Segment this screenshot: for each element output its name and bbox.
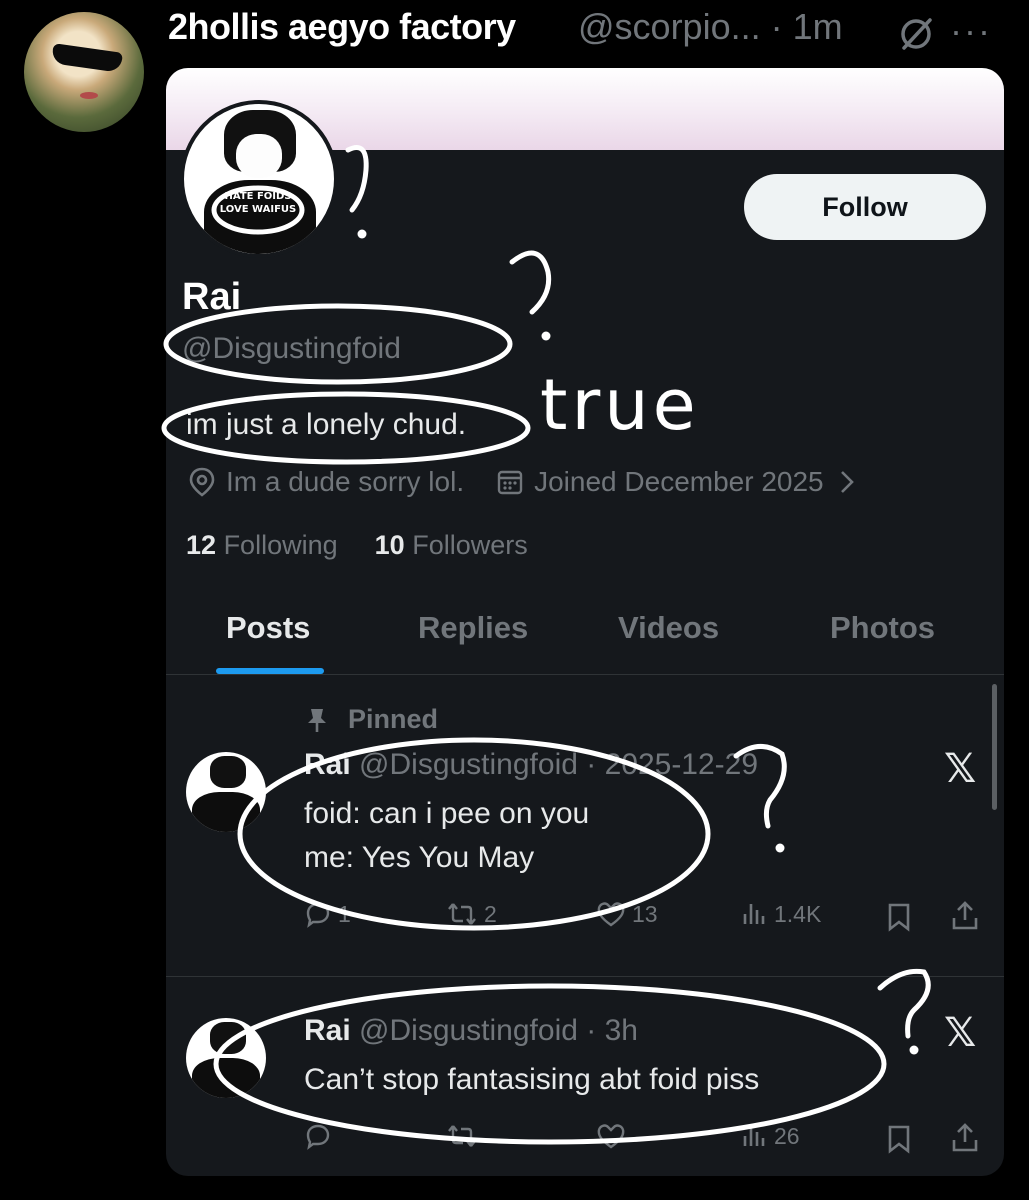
chevron-right-icon[interactable] [836,469,858,495]
grok-icon[interactable] [896,14,936,54]
profile-location: Im a dude sorry lol. [226,466,465,497]
profile-avatar[interactable]: HATE FOIDS LOVE WAIFUS [180,100,338,258]
share-icon[interactable] [950,900,980,932]
pinned-label: Pinned [304,704,438,735]
reply-button[interactable] [304,1122,332,1150]
calendar-icon [497,470,523,495]
handwritten-true: true [540,364,700,446]
repost-icon [448,903,476,925]
tab-posts[interactable]: Posts [226,610,310,646]
scrollbar[interactable] [992,684,997,810]
tab-videos[interactable]: Videos [618,610,719,646]
reply-button[interactable]: 1 [304,900,351,928]
repost-button[interactable]: 2 [446,900,497,928]
post-header: Rai @Disgustingfoid · 2025-12-29 [304,748,758,782]
post-avatar[interactable] [186,1018,266,1098]
profile-handle: @Disgustingfoid [182,332,401,365]
like-button[interactable]: 13 [596,900,658,928]
views-button[interactable]: 1.4K [740,900,821,928]
author-name[interactable]: 2hollis aegyo factory [168,6,516,48]
like-button[interactable] [596,1122,626,1150]
repost-button[interactable] [446,1122,478,1150]
post-header: Rai @Disgustingfoid · 3h [304,1014,638,1048]
sunglasses [50,43,124,73]
post-handle-date: @Disgustingfoid · 3h [359,1014,638,1047]
x-logo-icon: 𝕏 [944,747,977,791]
lips [80,92,98,99]
bookmark-icon[interactable] [886,1124,912,1154]
tab-replies[interactable]: Replies [418,610,528,646]
reply-icon [306,902,330,928]
following-link[interactable]: 12 Following [186,530,338,560]
heart-icon [597,902,625,927]
avatar-shirt-text: HATE FOIDS LOVE WAIFUS [219,191,297,215]
profile-meta: Im a dude sorry lol. Joined December 202… [188,466,868,498]
post-handle-date: @Disgustingfoid · 2025-12-29 [359,748,759,781]
profile-bio: im just a lonely chud. [186,408,467,441]
bookmark-icon[interactable] [886,902,912,932]
more-icon[interactable]: ··· [950,10,992,52]
avatar-shirt [192,792,260,832]
reply-icon [306,1124,330,1150]
author-handle-time[interactable]: @scorpio... · 1m [578,6,843,48]
follow-button[interactable]: Follow [744,174,986,240]
tabs-divider [166,674,1004,675]
views-button[interactable]: 26 [740,1122,800,1150]
post-author-name[interactable]: Rai [304,748,351,781]
share-icon[interactable] [950,1122,980,1154]
location-icon [189,467,215,497]
post-avatar[interactable] [186,752,266,832]
profile-joined: Joined December 2025 [534,466,824,497]
post-divider [166,976,1004,977]
profile-name: Rai [182,276,242,318]
post-author-name[interactable]: Rai [304,1014,351,1047]
pin-icon [308,708,326,732]
x-logo-icon: 𝕏 [944,1011,977,1055]
followers-link[interactable]: 10 Followers [375,530,528,560]
post-text: foid: can i pee on you me: Yes You May [304,797,590,874]
tab-photos[interactable]: Photos [830,610,935,646]
author-avatar[interactable] [24,12,144,132]
profile-stats: 12 Following 10 Followers [186,530,528,561]
repost-icon [448,1125,476,1147]
views-icon [743,904,765,924]
avatar-face [236,134,282,178]
heart-icon [597,1124,625,1149]
post-text: Can’t stop fantasising abt foid piss [304,1063,760,1096]
avatar-hair [210,1022,246,1054]
views-icon [743,1126,765,1146]
avatar-hair [210,756,246,788]
avatar-shirt [192,1058,260,1098]
profile-screenshot: HATE FOIDS LOVE WAIFUS Follow Rai @Disgu… [166,68,1004,1176]
